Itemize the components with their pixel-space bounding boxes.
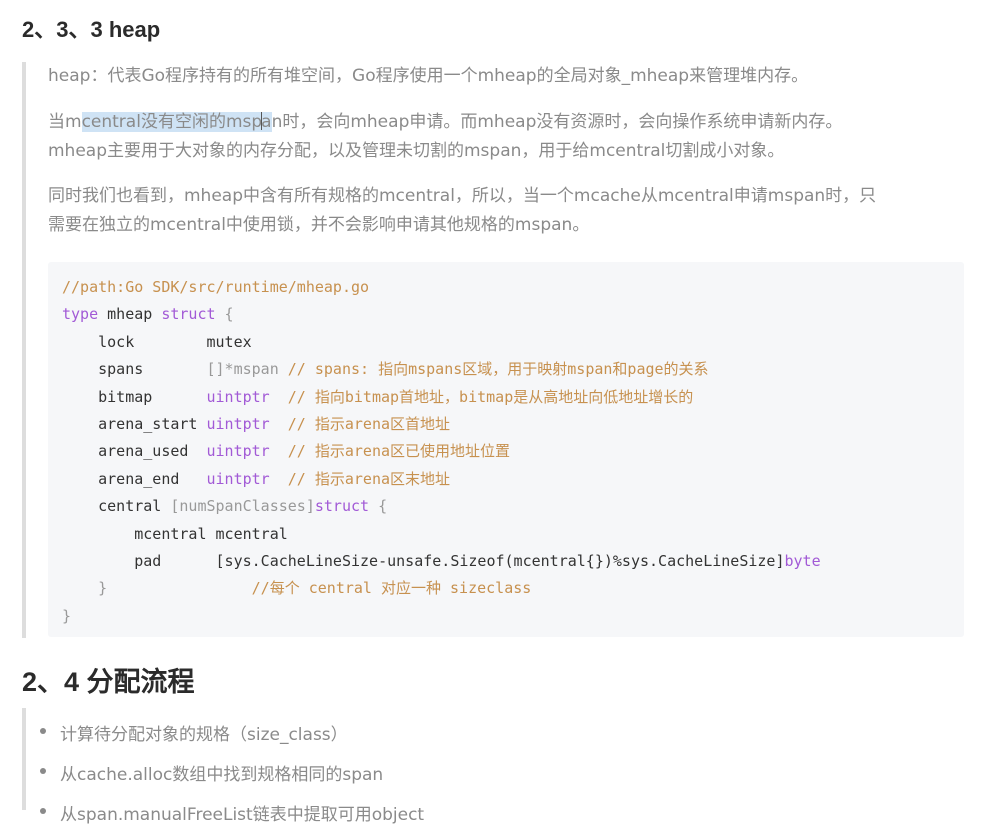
list-item: 计算待分配对象的规格（size_class） (40, 720, 348, 745)
code-type-uintptr: uintptr (206, 442, 270, 461)
code-line-arena-start: arena_start uintptr // 指示arena区首地址 (62, 411, 964, 438)
section-heading-heap: 2、3、3 heap (22, 17, 161, 42)
para3-line1: 同时我们也看到，mheap中含有所有规格的mcentral，所以，当一个mcac… (48, 186, 877, 206)
code-line-spans: spans []*mspan // spans: 指向mspans区域，用于映射… (62, 356, 964, 383)
bullet-icon (40, 808, 46, 814)
code-field-lock: lock (62, 332, 207, 351)
code-pad-expr: [sys.CacheLineSize-unsafe.Sizeof(mcentra… (215, 551, 785, 570)
code-comment-spans: // spans: 指向mspans区域，用于映射mspan和page的关系 (278, 360, 709, 379)
code-struct-name: mheap (98, 305, 162, 324)
code-line-close-inner: } //每个 central 对应一种 sizeclass (62, 575, 964, 602)
code-comment-bitmap: // 指向bitmap首地址，bitmap是从高地址向低地址增长的 (269, 387, 694, 406)
list-item-text: 计算待分配对象的规格（size_class） (60, 725, 348, 745)
code-comment-arena-end: // 指示arena区末地址 (269, 469, 451, 488)
list-item-text: 从span.manualFreeList链表中提取可用object (60, 805, 425, 825)
code-type-uintptr: uintptr (206, 469, 270, 488)
section-heading-alloc-flow: 2、4 分配流程 (22, 667, 195, 697)
code-line-pad: pad [sys.CacheLineSize-unsafe.Sizeof(mce… (62, 548, 964, 575)
para3-line2: 需要在独立的mcentral中使用锁，并不会影响申请其他规格的mspan。 (48, 215, 590, 235)
para2-text-before: 当m (48, 112, 82, 132)
code-field-arena-start: arena_start (62, 414, 207, 433)
heap-definition-paragraph: heap：代表Go程序持有的所有堆空间，Go程序使用一个mheap的全局对象_m… (48, 66, 809, 86)
selected-text-part-b: a (261, 112, 272, 132)
list-item: 从span.manualFreeList链表中提取可用object (40, 800, 425, 825)
selected-text-part-a: central没有空闲的msp (81, 112, 263, 132)
code-keyword-struct: struct (161, 305, 216, 324)
code-field-arena-used: arena_used (62, 442, 207, 461)
code-line-central: central [numSpanClasses]struct { (62, 493, 964, 520)
code-line-path-comment: //path:Go SDK/src/runtime/mheap.go (62, 278, 370, 296)
code-field-central: central (62, 497, 171, 516)
mheap-code-block: //path:Go SDK/src/runtime/mheap.go type m… (48, 262, 964, 637)
code-line-arena-used: arena_used uintptr // 指示arena区已使用地址位置 (62, 438, 964, 465)
code-type-uintptr: uintptr (206, 414, 270, 433)
code-keyword-struct: struct (314, 497, 370, 516)
code-comment-sizeclass: //每个 central 对应一种 sizeclass (107, 579, 532, 598)
code-field-spans: spans (62, 360, 207, 379)
code-open-brace: { (215, 305, 234, 324)
code-line-lock: lock mutex (62, 329, 964, 356)
list-item: 从cache.alloc数组中找到规格相同的span (40, 760, 384, 785)
para2-line2: mheap主要用于大对象的内存分配，以及管理未切割的mspan，用于给mcent… (48, 141, 785, 161)
code-field-pad: pad (62, 551, 216, 570)
code-comment-arena-start: // 指示arena区首地址 (269, 414, 451, 433)
code-keyword-type: type (62, 305, 99, 324)
selected-text[interactable]: central没有空闲的mspa (81, 112, 272, 132)
code-array-size: [numSpanClasses] (170, 497, 315, 516)
code-line-arena-end: arena_end uintptr // 指示arena区末地址 (62, 466, 964, 493)
code-type-mutex: mutex (206, 332, 252, 351)
mcentral-lock-paragraph: 同时我们也看到，mheap中含有所有规格的mcentral，所以，当一个mcac… (48, 182, 876, 240)
bullet-icon (40, 768, 46, 774)
code-line-mcentral: mcentral mcentral (62, 524, 288, 543)
code-type-byte: byte (784, 551, 821, 570)
code-field-bitmap: bitmap (62, 387, 207, 406)
code-line-type-decl: type mheap struct { (62, 301, 964, 328)
list-item-text: 从cache.alloc数组中找到规格相同的span (60, 765, 384, 785)
code-line-bitmap: bitmap uintptr // 指向bitmap首地址，bitmap是从高地… (62, 384, 964, 411)
heap-description-blockquote: heap：代表Go程序持有的所有堆空间，Go程序使用一个mheap的全局对象_m… (22, 62, 966, 638)
code-line-close-outer: } (62, 606, 72, 625)
code-open-brace: { (369, 497, 388, 516)
code-type-uintptr: uintptr (206, 387, 270, 406)
bullet-icon (40, 728, 46, 734)
alloc-flow-list: 计算待分配对象的规格（size_class） 从cache.alloc数组中找到… (22, 708, 962, 825)
code-type-mspan-slice: []*mspan (206, 360, 279, 379)
code-comment-arena-used: // 指示arena区已使用地址位置 (269, 442, 511, 461)
code-close-brace: } (62, 579, 108, 598)
mcentral-request-paragraph: 当mcentral没有空闲的mspan时，会向mheap申请。而mheap没有资… (48, 108, 842, 166)
para2-text-after: n时，会向mheap申请。而mheap没有资源时，会向操作系统申请新内存。 (271, 112, 843, 132)
code-field-arena-end: arena_end (62, 469, 207, 488)
